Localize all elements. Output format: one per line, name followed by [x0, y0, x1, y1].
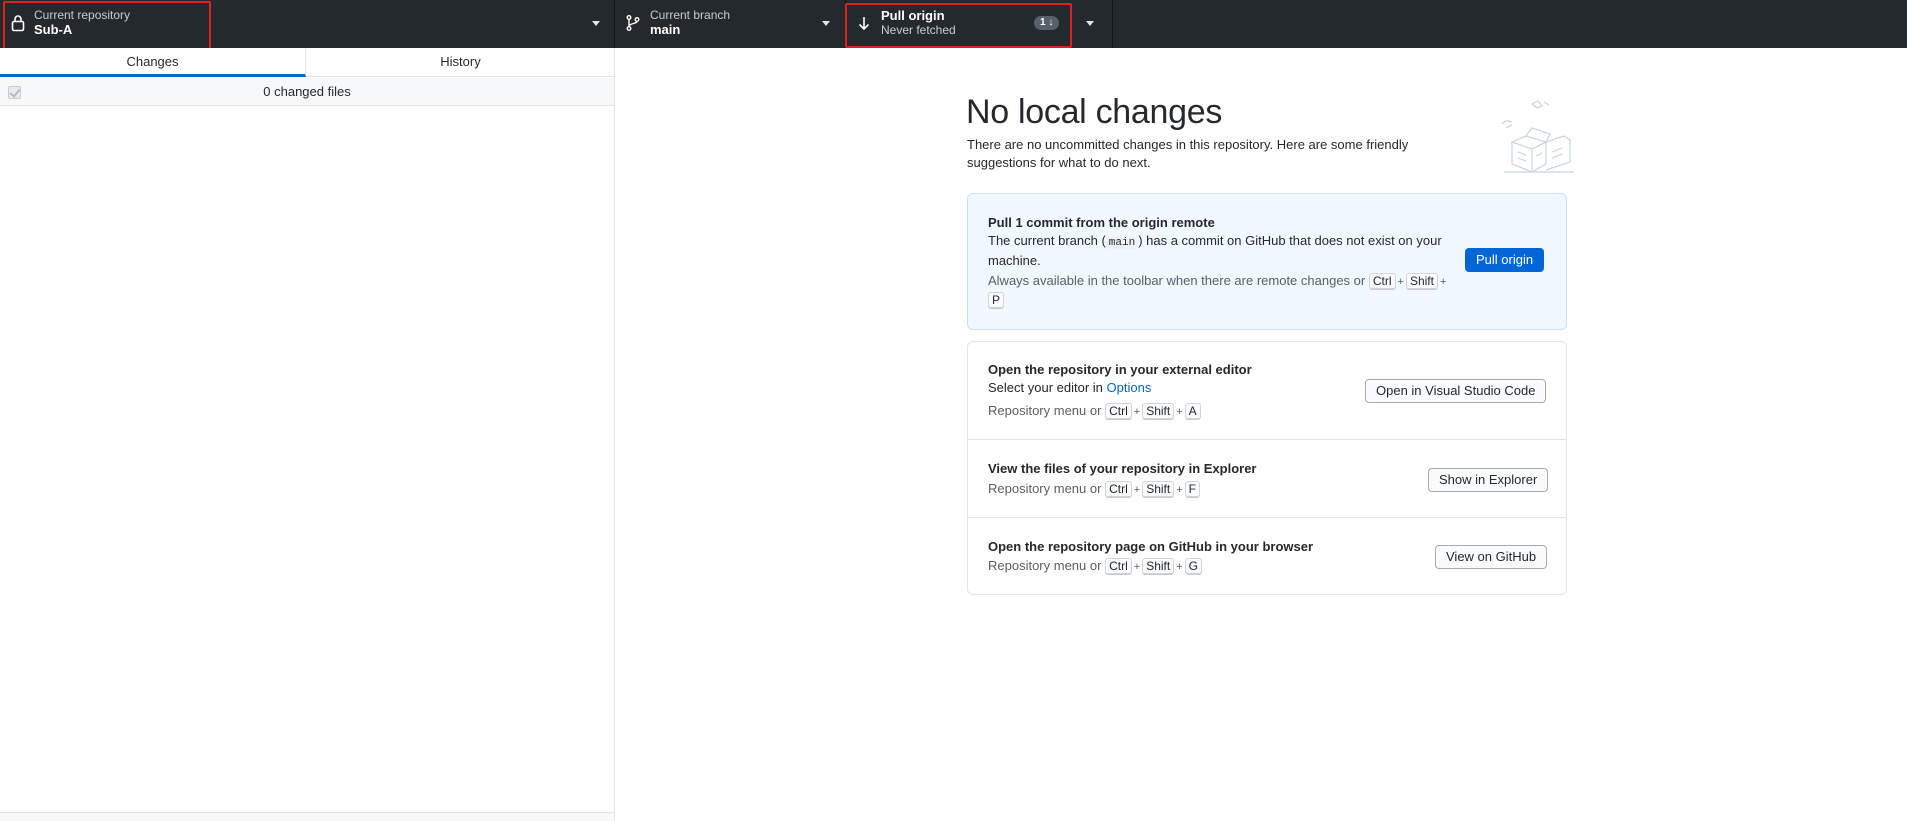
explorer-shortcut-text: Repository menu or: [988, 481, 1102, 496]
show-in-explorer-button[interactable]: Show in Explorer: [1428, 468, 1549, 492]
sidebar-tabs: Changes History: [0, 48, 614, 77]
repository-name: Sub-A: [34, 22, 73, 37]
branch-name: main: [650, 22, 681, 37]
options-link[interactable]: Options: [1107, 380, 1152, 395]
key-p: P: [988, 292, 1005, 309]
pull-origin-card-button[interactable]: Pull origin: [1465, 248, 1545, 272]
pull-options-dropdown[interactable]: [1067, 0, 1113, 48]
chevron-down-icon: [822, 21, 830, 26]
changes-list-header: 0 changed files: [0, 78, 614, 106]
suggestions-card: Open the repository in your external edi…: [967, 341, 1567, 595]
key-shift: Shift: [1142, 481, 1175, 498]
tab-history[interactable]: History: [307, 48, 614, 77]
current-repository-dropdown[interactable]: Current repository Sub-A: [0, 0, 615, 48]
key-f: F: [1184, 481, 1200, 498]
key-ctrl: Ctrl: [1105, 403, 1132, 420]
view-github-title: Open the repository page on GitHub in yo…: [988, 539, 1314, 554]
view-github-row: Open the repository page on GitHub in yo…: [968, 518, 1566, 594]
tab-changes[interactable]: Changes: [0, 48, 306, 77]
key-ctrl: Ctrl: [1368, 273, 1396, 290]
lock-icon: [11, 15, 25, 32]
current-branch-dropdown[interactable]: Current branch main: [615, 0, 846, 48]
key-ctrl: Ctrl: [1105, 558, 1132, 575]
key-g: G: [1184, 558, 1202, 575]
pull-shortcut-text: Always available in the toolbar when the…: [988, 273, 1366, 288]
page-description: There are no uncommitted changes in this…: [967, 137, 1409, 170]
editor-shortcut-text: Repository menu or: [988, 403, 1102, 418]
branch-label: Current branch: [650, 8, 731, 22]
show-explorer-row: View the files of your repository in Exp…: [968, 440, 1566, 518]
pull-card-desc-text: The current branch (: [988, 233, 1106, 248]
changed-files-count: 0 changed files: [263, 84, 351, 99]
open-editor-shortcut: Repository menu or Ctrl + Shift + A: [988, 402, 1201, 421]
empty-state-illustration-icon: [1501, 100, 1574, 173]
pull-origin-label: Pull origin: [881, 8, 945, 23]
branch-code: main: [1105, 237, 1139, 249]
fetch-status: Never fetched: [881, 23, 956, 37]
open-editor-row: Open the repository in your external edi…: [968, 342, 1566, 440]
pull-card-shortcut: Always available in the toolbar when the…: [988, 273, 1447, 309]
pull-suggestion-card: Pull 1 commit from the origin remote The…: [967, 193, 1567, 330]
toolbar: Current repository Sub-A Current branch …: [0, 0, 1907, 48]
main-content: No local changes There are no uncommitte…: [616, 48, 1907, 821]
open-in-vscode-button[interactable]: Open in Visual Studio Code: [1365, 379, 1547, 403]
key-a: A: [1184, 403, 1201, 420]
open-editor-description: Select your editor in Options: [988, 379, 1151, 397]
chevron-down-icon: [1086, 21, 1094, 26]
show-explorer-shortcut: Repository menu or Ctrl + Shift + F: [988, 480, 1200, 499]
view-github-shortcut: Repository menu or Ctrl + Shift + G: [988, 557, 1202, 576]
open-editor-desc-text: Select your editor in: [988, 380, 1103, 395]
show-explorer-title: View the files of your repository in Exp…: [988, 461, 1257, 476]
pull-card-title: Pull 1 commit from the origin remote: [988, 215, 1215, 230]
chevron-down-icon: [592, 21, 600, 26]
pull-card-description: The current branch (main) has a commit o…: [988, 232, 1468, 270]
arrow-down-icon: [858, 17, 870, 31]
sidebar: Changes History 0 changed files: [0, 48, 615, 821]
key-ctrl: Ctrl: [1105, 481, 1132, 498]
commit-panel-edge: [0, 812, 614, 821]
git-branch-icon: [626, 15, 640, 31]
key-shift: Shift: [1142, 558, 1175, 575]
view-on-github-button[interactable]: View on GitHub: [1435, 545, 1548, 569]
commits-behind-badge: 1 ↓: [1034, 16, 1060, 30]
page-title: No local changes: [966, 93, 1223, 131]
github-shortcut-text: Repository menu or: [988, 558, 1102, 573]
key-shift: Shift: [1405, 273, 1438, 290]
open-editor-title: Open the repository in your external edi…: [988, 362, 1252, 377]
repository-label: Current repository: [34, 8, 131, 22]
key-shift: Shift: [1142, 403, 1175, 420]
